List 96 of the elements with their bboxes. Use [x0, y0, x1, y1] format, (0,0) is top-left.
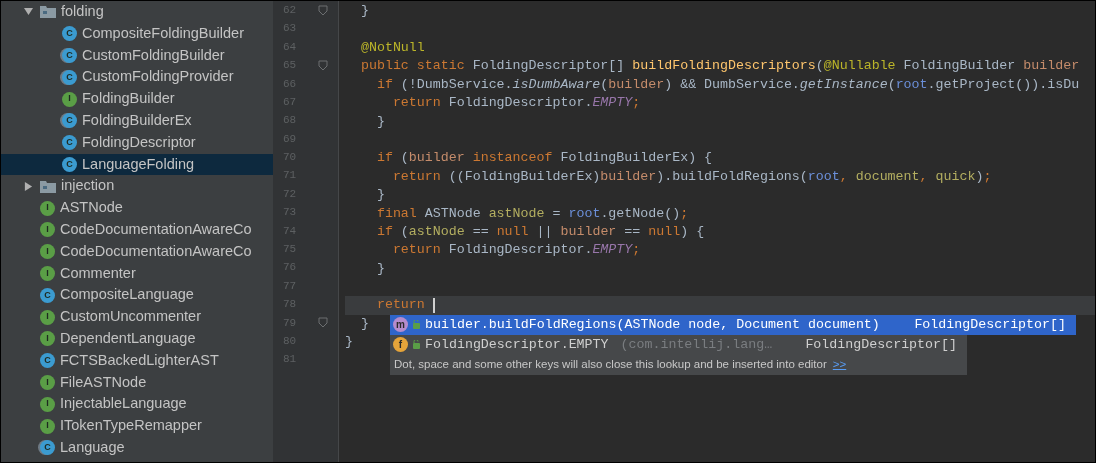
class-icon: C [62, 26, 77, 42]
class-icon: C [62, 48, 77, 63]
interface-icon: I [40, 418, 55, 434]
tree-item[interactable]: C FoldingDescriptor [1, 131, 273, 154]
class-icon: C [62, 113, 77, 129]
field-icon: f [393, 337, 408, 353]
method-icon: m [393, 317, 408, 333]
code-line: public static FoldingDescriptor[] buildFoldingDescriptors(@Nullable FoldingBuilder builder [359, 57, 1080, 76]
interface-icon: I [40, 331, 55, 347]
code-line: final ASTNode astNode = root.getNode(); [375, 204, 689, 223]
tree-item-label: FileASTNode [60, 372, 147, 392]
tree-item[interactable]: I ITokenTypeRemapper [1, 415, 273, 437]
code-line: return FoldingDescriptor.EMPTY; [391, 94, 641, 113]
tree-item[interactable]: C CustomFoldingBuilder [1, 44, 273, 67]
tree-item[interactable]: C FoldingBuilderEx [1, 110, 273, 132]
code-line: return FoldingDescriptor.EMPTY; [391, 241, 641, 260]
folder-icon [40, 5, 56, 19]
tree-item-label: CustomFoldingProvider [82, 67, 234, 87]
public-visibility-icon [412, 340, 421, 350]
interface-icon: I [40, 396, 55, 412]
tree-item[interactable]: C CompositeFoldingBuilder [1, 22, 273, 45]
code-line: if (astNode == null || builder == null) { [375, 222, 705, 241]
tree-item[interactable]: I DependentLanguage [1, 327, 273, 350]
tree-item[interactable]: I CustomUncommenter [1, 306, 273, 328]
tree-item[interactable]: injection [1, 175, 273, 198]
interface-icon: I [40, 200, 55, 216]
public-visibility-icon [412, 320, 421, 330]
completion-type: FoldingDescriptor[] [805, 335, 957, 354]
collapse-arrow-icon[interactable] [23, 181, 33, 191]
tree-item[interactable]: folding [1, 1, 273, 23]
code-line: } [375, 259, 385, 278]
tree-item[interactable]: C LanguageFolding [1, 153, 273, 176]
tree-item[interactable]: C CustomFoldingProvider [1, 66, 273, 89]
code-line: return ((FoldingBuilderEx)builder).buildFoldRegions(root, document, quick); [391, 167, 992, 186]
text-caret [432, 297, 435, 313]
completion-type: FoldingDescriptor[] [914, 315, 1066, 334]
tree-item-label: InjectableLanguage [60, 394, 187, 414]
tree-item[interactable]: I FoldingBuilder [1, 88, 273, 110]
tree-item-label: CodeDocumentationAwareCo [60, 220, 252, 239]
code-line: } [345, 333, 353, 352]
interface-icon: I [40, 265, 55, 281]
tree-item-label: CompositeFoldingBuilder [82, 23, 244, 43]
tree-item[interactable]: C Language [1, 436, 273, 459]
class-icon: C [62, 156, 77, 172]
tree-item-label: DependentLanguage [60, 328, 196, 348]
tree-item-label: CodeDocumentationAwareCo [60, 241, 252, 261]
expand-arrow-icon[interactable] [23, 7, 33, 17]
tree-item-label: FCTSBackedLighterAST [60, 350, 219, 370]
tree-item-label: FoldingBuilder [82, 89, 175, 109]
tree-item-label: FoldingDescriptor [82, 132, 196, 152]
completion-text: builder.buildFoldRegions(ASTNode node, Document document) [425, 315, 880, 334]
tree-item[interactable]: C CompositeLanguage [1, 284, 273, 307]
tree-item-label: folding [61, 2, 104, 21]
tree-item[interactable]: C FCTSBackedLighterAST [1, 349, 273, 372]
completion-text: FoldingDescriptor.EMPTY [425, 335, 609, 354]
tree-item[interactable]: I FileASTNode [1, 371, 273, 394]
tree-item-label: Commenter [60, 263, 136, 283]
completion-item[interactable]: m builder.buildFoldRegions(ASTNode node, Document document) FoldingDescriptor[] [390, 314, 1076, 335]
code-line: } [359, 2, 369, 21]
tree-item-label: CustomUncommenter [60, 307, 201, 327]
class-icon: C [62, 135, 77, 151]
code-line: if (builder instanceof FoldingBuilderEx) { [375, 149, 713, 168]
tree-item[interactable]: I ASTNode [1, 197, 273, 219]
fold-marker-icon[interactable] [318, 59, 328, 71]
code-line: } [359, 314, 369, 333]
code-line: } [375, 186, 385, 205]
more-link[interactable]: >> [832, 356, 847, 374]
interface-icon: I [40, 374, 55, 390]
tree-item[interactable]: I InjectableLanguage [1, 393, 273, 416]
tree-item[interactable]: I CodeDocumentationAwareCo [1, 218, 273, 241]
tree-item-label: injection [61, 176, 115, 196]
fold-marker-icon[interactable] [318, 4, 328, 16]
interface-icon: I [40, 244, 55, 260]
folder-icon [40, 179, 56, 193]
class-icon: C [40, 287, 55, 303]
tree-item-label: LanguageFolding [82, 154, 195, 174]
fold-marker-icon[interactable] [318, 317, 328, 329]
tree-item-label: ITokenTypeRemapper [60, 416, 202, 436]
tree-item-label: ASTNode [60, 198, 123, 218]
tree-item-label: Language [60, 437, 125, 457]
tree-item-label: FoldingBuilderEx [82, 111, 192, 130]
hint-text: Dot, space and some other keys will also close this lookup and be inserted into editor [394, 357, 827, 373]
tree-item[interactable]: I Commenter [1, 262, 273, 285]
tree-item-label: CompositeLanguage [60, 285, 194, 305]
class-icon: C [40, 440, 55, 456]
code-line: } [375, 112, 385, 131]
class-icon: C [40, 353, 55, 369]
interface-icon: I [40, 222, 55, 238]
tree-item[interactable]: I CodeDocumentationAwareCo [1, 240, 273, 263]
interface-icon: I [62, 91, 77, 107]
code-line: @NotNull [359, 39, 425, 57]
tree-item-label: CustomFoldingBuilder [82, 45, 225, 65]
class-icon: C [62, 69, 77, 85]
interface-icon: I [40, 309, 55, 325]
code-line: return [375, 296, 426, 315]
code-line: if (!DumbService.isDumbAware(builder) && DumbService.getInstance(root.getProject()).isDu [375, 75, 1080, 94]
